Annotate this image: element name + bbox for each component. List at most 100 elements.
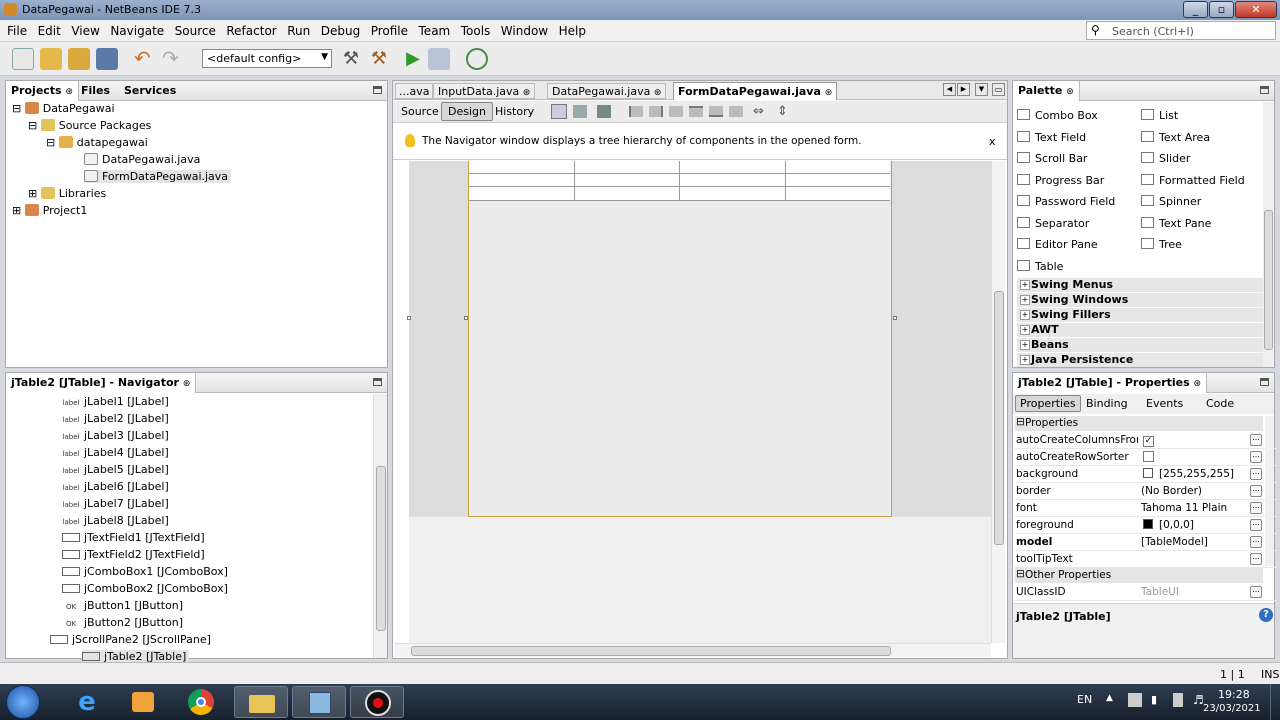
- media-player-icon[interactable]: [116, 686, 170, 718]
- palette-password-field[interactable]: Password Field: [1017, 195, 1115, 208]
- palette-category-swing-fillers[interactable]: Swing Fillers: [1017, 308, 1265, 322]
- palette-combo-box[interactable]: Combo Box: [1017, 109, 1098, 122]
- navigator-item[interactable]: label jLabel1 [JLabel]: [62, 395, 169, 408]
- ellipsis-button[interactable]: ...: [1250, 586, 1262, 598]
- palette-tree[interactable]: Tree: [1141, 238, 1182, 251]
- property-row[interactable]: toolTipText...: [1015, 551, 1277, 568]
- property-row[interactable]: autoCreateColumnsFromMo ✓...: [1015, 432, 1277, 449]
- ellipsis-button[interactable]: ...: [1250, 502, 1262, 514]
- tree-item-libraries[interactable]: ⊞ Libraries: [28, 187, 106, 200]
- tab-services[interactable]: Services: [119, 81, 181, 101]
- history-mode-button[interactable]: History: [495, 105, 534, 118]
- resize-handle-left[interactable]: [407, 316, 411, 320]
- navigator-item[interactable]: jComboBox2 [JComboBox]: [62, 582, 228, 595]
- property-row[interactable]: font Tahoma 11 Plain...: [1015, 500, 1277, 517]
- navigator-item[interactable]: label jLabel4 [JLabel]: [62, 446, 169, 459]
- properties-section[interactable]: ⊟ Properties: [1015, 416, 1263, 431]
- new-file-icon[interactable]: [12, 48, 34, 70]
- undo-icon[interactable]: ↶: [134, 48, 156, 70]
- palette-table[interactable]: Table: [1017, 260, 1063, 273]
- menu-view[interactable]: View: [71, 24, 99, 38]
- start-button[interactable]: [6, 685, 40, 719]
- maximize-button[interactable]: ▫: [1209, 1, 1234, 18]
- menu-source[interactable]: Source: [175, 24, 216, 38]
- clean-build-icon[interactable]: ⚒: [368, 48, 390, 70]
- save-all-icon[interactable]: [96, 48, 118, 70]
- tree-item-datapegawai-java[interactable]: DataPegawai.java: [84, 153, 200, 166]
- design-mode-button[interactable]: Design: [441, 102, 493, 121]
- run-project-icon[interactable]: ▶: [402, 48, 424, 70]
- property-row[interactable]: model [TableModel]...: [1015, 534, 1277, 551]
- tab-properties-window[interactable]: jTable2 [JTable] - Properties ⊛: [1013, 373, 1208, 393]
- menu-refactor[interactable]: Refactor: [226, 24, 276, 38]
- menu-tools[interactable]: Tools: [461, 24, 491, 38]
- tab-properties[interactable]: Properties: [1015, 395, 1081, 412]
- tree-item-project1[interactable]: ⊞ Project1: [12, 204, 87, 217]
- preview-design-icon[interactable]: [597, 105, 611, 118]
- resize-horizontal-icon[interactable]: ⇔: [753, 104, 764, 119]
- menu-run[interactable]: Run: [287, 24, 310, 38]
- form-area[interactable]: [468, 161, 892, 517]
- tab-code[interactable]: Code: [1206, 397, 1234, 410]
- navigator-item[interactable]: OK jButton2 [JButton]: [62, 616, 183, 629]
- internet-explorer-icon[interactable]: e: [60, 686, 114, 718]
- property-value[interactable]: [TableModel]: [1141, 536, 1249, 548]
- other-properties-section[interactable]: ⊟ Other Properties: [1015, 568, 1263, 583]
- palette-separator[interactable]: Separator: [1017, 217, 1089, 230]
- navigator-item[interactable]: jScrollPane2 [JScrollPane]: [50, 633, 211, 646]
- palette-category-java-persistence[interactable]: Java Persistence: [1017, 353, 1265, 367]
- scrollbar-thumb[interactable]: [376, 466, 386, 631]
- profile-project-icon[interactable]: [466, 48, 488, 70]
- center-vertical-icon[interactable]: [729, 106, 743, 117]
- redo-icon[interactable]: ↷: [162, 48, 184, 70]
- navigator-item[interactable]: label jLabel8 [JLabel]: [62, 514, 169, 527]
- property-row-uiclassid[interactable]: UIClassID TableUI ...: [1015, 584, 1277, 601]
- menu-file[interactable]: File: [7, 24, 27, 38]
- close-button[interactable]: ✕: [1235, 1, 1277, 18]
- tab-navigator[interactable]: jTable2 [JTable] - Navigator ⊛: [6, 373, 197, 393]
- checkbox-icon[interactable]: ✓: [1143, 436, 1154, 447]
- close-icon[interactable]: ⊛: [1194, 379, 1202, 389]
- align-right-icon[interactable]: [649, 106, 663, 117]
- editor-hscrollbar[interactable]: [395, 643, 991, 657]
- minimize-panel-icon[interactable]: [373, 86, 382, 94]
- property-value[interactable]: [0,0,0]: [1141, 519, 1249, 531]
- navigator-item[interactable]: label jLabel6 [JLabel]: [62, 480, 169, 493]
- property-value[interactable]: Tahoma 11 Plain: [1141, 502, 1249, 514]
- menu-edit[interactable]: Edit: [38, 24, 61, 38]
- maximize-editor-icon[interactable]: ▭: [992, 83, 1005, 96]
- center-horizontal-icon[interactable]: [669, 106, 683, 117]
- navigator-item[interactable]: jComboBox1 [JComboBox]: [62, 565, 228, 578]
- show-desktop-button[interactable]: [1270, 684, 1280, 720]
- jtable2-grid[interactable]: [469, 161, 890, 201]
- navigator-item[interactable]: jTextField1 [JTextField]: [62, 531, 205, 544]
- tray-expand-icon[interactable]: ▲: [1106, 693, 1113, 703]
- debug-project-icon[interactable]: [428, 48, 450, 70]
- palette-text-area[interactable]: Text Area: [1141, 131, 1210, 144]
- editor-tab-formdatapegawai[interactable]: FormDataPegawai.java ⊛: [673, 82, 838, 100]
- menu-debug[interactable]: Debug: [321, 24, 360, 38]
- scrollbar-thumb[interactable]: [411, 646, 891, 656]
- connection-mode-icon[interactable]: [573, 105, 587, 118]
- palette-category-swing-windows[interactable]: Swing Windows: [1017, 293, 1265, 307]
- minimize-panel-icon[interactable]: [1260, 378, 1269, 386]
- help-icon[interactable]: ?: [1259, 608, 1273, 622]
- tab-scroll-left-icon[interactable]: ◀: [943, 83, 956, 96]
- netbeans-taskbar-icon[interactable]: [292, 686, 346, 718]
- ellipsis-button[interactable]: ...: [1250, 468, 1262, 480]
- menu-window[interactable]: Window: [501, 24, 548, 38]
- chrome-icon[interactable]: [174, 686, 228, 718]
- align-bottom-icon[interactable]: [709, 106, 723, 117]
- align-left-icon[interactable]: [629, 106, 643, 117]
- tab-binding[interactable]: Binding: [1086, 397, 1128, 410]
- scrollbar-thumb[interactable]: [994, 291, 1004, 545]
- new-project-icon[interactable]: [40, 48, 62, 70]
- resize-vertical-icon[interactable]: ⇕: [777, 104, 788, 119]
- tab-events[interactable]: Events: [1146, 397, 1183, 410]
- close-icon[interactable]: ⊛: [183, 379, 191, 389]
- ellipsis-button[interactable]: ...: [1250, 553, 1262, 565]
- ellipsis-button[interactable]: ...: [1250, 536, 1262, 548]
- tab-files[interactable]: Files: [76, 81, 115, 101]
- language-indicator[interactable]: EN: [1077, 693, 1092, 706]
- ellipsis-button[interactable]: ...: [1250, 434, 1262, 446]
